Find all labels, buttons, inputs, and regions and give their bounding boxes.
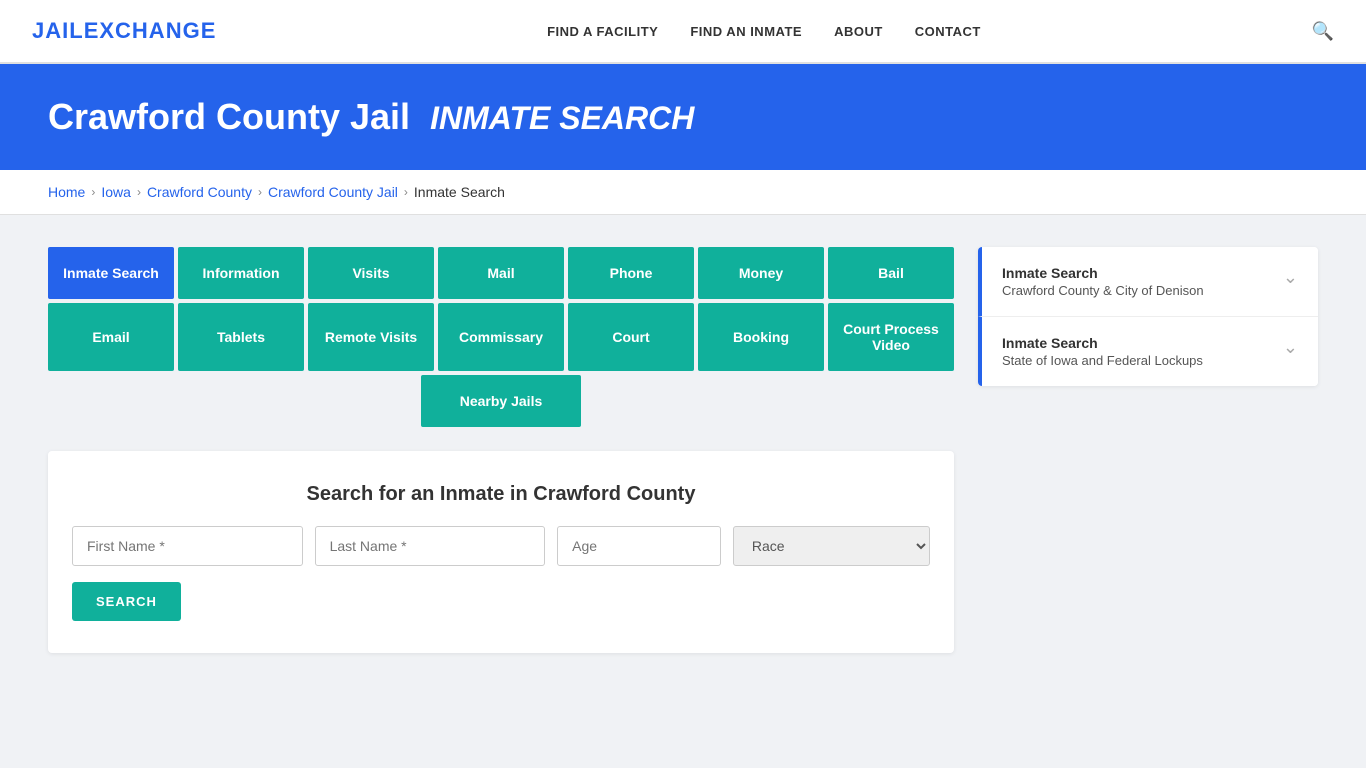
sidebar-item-1[interactable]: Inmate Search State of Iowa and Federal … xyxy=(978,317,1318,386)
breadcrumb-link[interactable]: Crawford County Jail xyxy=(268,184,398,200)
sidebar-item-title-0: Inmate Search xyxy=(1002,265,1204,281)
sidebar-item-text-0: Inmate Search Crawford County & City of … xyxy=(1002,265,1204,298)
page-title: Crawford County Jail Inmate Search xyxy=(48,96,1318,138)
tab-email[interactable]: Email xyxy=(48,303,174,371)
tab-court-process-video[interactable]: Court Process Video xyxy=(828,303,954,371)
tab-phone[interactable]: Phone xyxy=(568,247,694,299)
nav-link-find-a-facility[interactable]: FIND A FACILITY xyxy=(547,24,658,39)
right-sidebar: Inmate Search Crawford County & City of … xyxy=(978,247,1318,390)
search-button[interactable]: SEARCH xyxy=(72,582,181,621)
sidebar-item-text-1: Inmate Search State of Iowa and Federal … xyxy=(1002,335,1203,368)
tab-money[interactable]: Money xyxy=(698,247,824,299)
search-title: Search for an Inmate in Crawford County xyxy=(72,483,930,506)
last-name-input[interactable] xyxy=(315,526,546,566)
tab-court[interactable]: Court xyxy=(568,303,694,371)
search-icon[interactable]: 🔍 xyxy=(1312,21,1334,42)
logo[interactable]: JAILEXCHANGE xyxy=(32,18,216,44)
tabs-row-2: EmailTabletsRemote VisitsCommissaryCourt… xyxy=(48,303,954,371)
tab-remote-visits[interactable]: Remote Visits xyxy=(308,303,434,371)
breadcrumb-link[interactable]: Crawford County xyxy=(147,184,252,200)
first-name-input[interactable] xyxy=(72,526,303,566)
tab-inmate-search[interactable]: Inmate Search xyxy=(48,247,174,299)
hero-title-main: Crawford County Jail xyxy=(48,96,410,137)
tabs-row-3: Nearby Jails xyxy=(48,375,954,427)
sidebar-item-subtitle-0: Crawford County & City of Denison xyxy=(1002,283,1204,298)
breadcrumb-current: Inmate Search xyxy=(414,184,505,200)
chevron-down-icon: ⌄ xyxy=(1283,337,1298,358)
sidebar-item-0[interactable]: Inmate Search Crawford County & City of … xyxy=(978,247,1318,317)
main-content: Inmate SearchInformationVisitsMailPhoneM… xyxy=(0,215,1366,685)
navbar: JAILEXCHANGE FIND A FACILITY FIND AN INMA… xyxy=(0,0,1366,64)
tab-visits[interactable]: Visits xyxy=(308,247,434,299)
tab-information[interactable]: Information xyxy=(178,247,304,299)
tabs-container: Inmate SearchInformationVisitsMailPhoneM… xyxy=(48,247,954,427)
nav-links: FIND A FACILITY FIND AN INMATE ABOUT CONTAC… xyxy=(547,24,981,39)
tab-mail[interactable]: Mail xyxy=(438,247,564,299)
breadcrumb-sep: › xyxy=(137,185,141,199)
hero-title-emphasis: Inmate Search xyxy=(430,100,694,136)
nav-link-contact[interactable]: CONTACT xyxy=(915,24,981,39)
breadcrumb-link[interactable]: Iowa xyxy=(101,184,131,200)
sidebar-item-title-1: Inmate Search xyxy=(1002,335,1203,351)
sidebar-item-subtitle-1: State of Iowa and Federal Lockups xyxy=(1002,353,1203,368)
tab-nearby-jails[interactable]: Nearby Jails xyxy=(421,375,581,427)
breadcrumb-link[interactable]: Home xyxy=(48,184,85,200)
breadcrumb-sep: › xyxy=(258,185,262,199)
tab-booking[interactable]: Booking xyxy=(698,303,824,371)
sidebar-card: Inmate Search Crawford County & City of … xyxy=(978,247,1318,386)
left-column: Inmate SearchInformationVisitsMailPhoneM… xyxy=(48,247,954,653)
search-inputs: RaceWhiteBlackHispanicAsianOther xyxy=(72,526,930,566)
breadcrumb-sep: › xyxy=(404,185,408,199)
tab-commissary[interactable]: Commissary xyxy=(438,303,564,371)
breadcrumb-sep: › xyxy=(91,185,95,199)
nav-link-about[interactable]: ABOUT xyxy=(834,24,883,39)
tab-tablets[interactable]: Tablets xyxy=(178,303,304,371)
chevron-down-icon: ⌄ xyxy=(1283,267,1298,288)
logo-part2: EXCHANGE xyxy=(84,18,217,43)
search-card: Search for an Inmate in Crawford County … xyxy=(48,451,954,653)
breadcrumb: Home › Iowa › Crawford County › Crawford Count… xyxy=(0,170,1366,215)
nav-link-find-an-inmate[interactable]: FIND AN INMATE xyxy=(690,24,802,39)
race-select[interactable]: RaceWhiteBlackHispanicAsianOther xyxy=(733,526,930,566)
tab-bail[interactable]: Bail xyxy=(828,247,954,299)
logo-part1: JAIL xyxy=(32,18,84,43)
hero-section: Crawford County Jail Inmate Search xyxy=(0,64,1366,170)
tabs-row-1: Inmate SearchInformationVisitsMailPhoneM… xyxy=(48,247,954,299)
age-input[interactable] xyxy=(557,526,721,566)
